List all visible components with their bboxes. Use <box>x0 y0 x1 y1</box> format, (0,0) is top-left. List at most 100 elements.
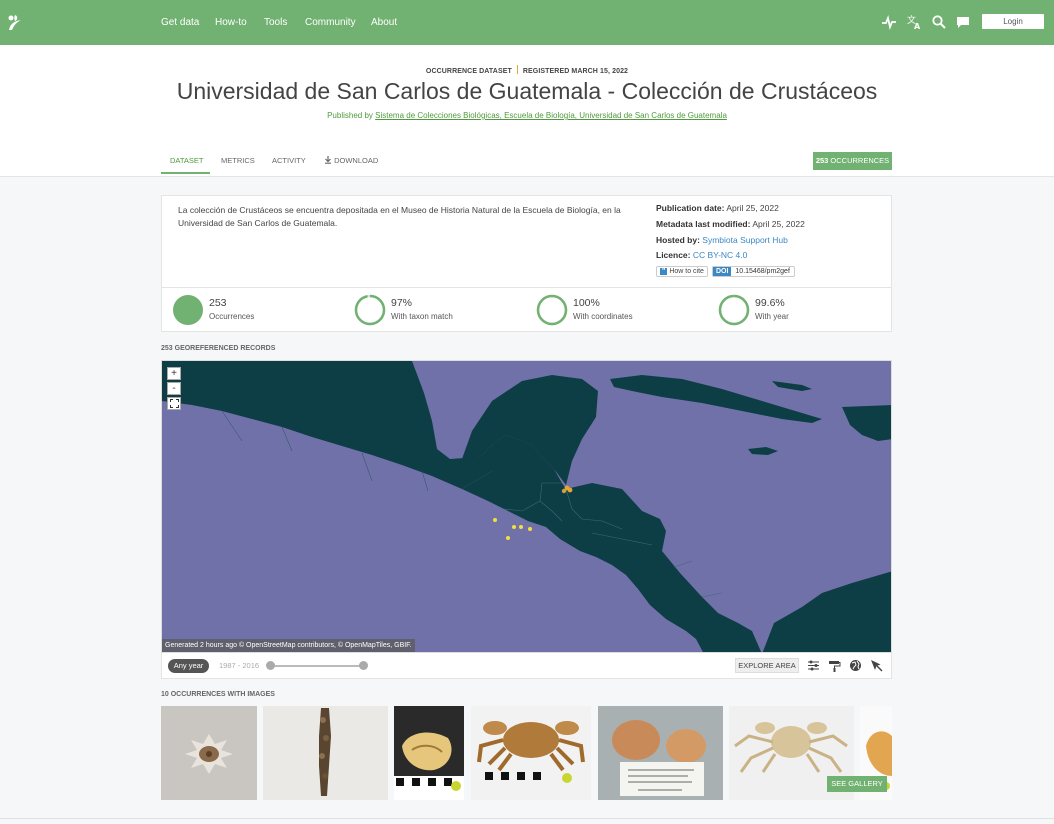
hosted-by-label: Hosted by: <box>656 235 700 245</box>
explore-area-button[interactable]: EXPLORE AREA <box>735 658 799 673</box>
quote-icon: " <box>660 268 668 275</box>
zoom-out-button[interactable]: - <box>167 382 181 395</box>
nav-get-data[interactable]: Get data <box>161 17 199 28</box>
gallery-image[interactable] <box>471 706 591 800</box>
select-icon[interactable] <box>870 659 883 672</box>
fullscreen-button[interactable] <box>167 397 181 410</box>
year-slider-end-handle[interactable] <box>359 661 368 670</box>
feedback-icon[interactable] <box>955 14 971 30</box>
tube-specimen-image <box>319 708 331 796</box>
stat-ring-occurrences <box>173 295 203 325</box>
publisher-link[interactable]: Sistema de Colecciones Biológicas, Escue… <box>375 111 727 120</box>
registered-date: REGISTERED MARCH 15, 2022 <box>522 68 629 75</box>
gallery-image[interactable] <box>161 706 257 800</box>
download-icon <box>325 156 331 164</box>
map-attribution: Generated 2 hours ago © OpenStreetMap co… <box>162 639 415 652</box>
nav-how-to[interactable]: How-to <box>215 17 247 28</box>
crab-pair-image <box>612 720 706 796</box>
svg-text:A: A <box>914 22 921 30</box>
dataset-stats-bar: 253 Occurrences 97% With taxon match 100… <box>161 288 892 332</box>
year-slider-start-handle[interactable] <box>266 661 275 670</box>
nav-tools[interactable]: Tools <box>264 17 287 28</box>
gallery-image[interactable] <box>598 706 723 800</box>
tab-metrics[interactable]: METRICS <box>221 156 255 165</box>
doi-badge[interactable]: DOI 10.15468/pm2gef <box>711 266 795 277</box>
published-by-prefix: Published by <box>327 111 373 120</box>
nav-community[interactable]: Community <box>305 17 356 28</box>
tab-download[interactable]: DOWNLOAD <box>324 156 378 165</box>
dataset-kicker: OCCURRENCE DATASET REGISTERED MARCH 15, 2… <box>0 65 1054 75</box>
search-icon[interactable] <box>931 14 947 30</box>
occurrence-point <box>528 527 532 531</box>
metadata-modified-value: April 25, 2022 <box>752 219 805 229</box>
zoom-in-button[interactable]: + <box>167 367 181 380</box>
tab-download-label: DOWNLOAD <box>334 156 379 165</box>
any-year-toggle[interactable]: Any year <box>168 659 209 673</box>
translate-icon[interactable]: 文 A <box>906 14 922 30</box>
occurrences-label: OCCURRENCES <box>830 156 890 165</box>
globe-icon[interactable] <box>849 659 862 672</box>
publication-date-row: Publication date: April 25, 2022 <box>656 203 779 213</box>
stat-value: 97% <box>391 297 413 309</box>
licence-link[interactable]: CC BY-NC 4.0 <box>693 250 747 260</box>
image-gallery <box>161 706 892 800</box>
tab-activity[interactable]: ACTIVITY <box>272 156 306 165</box>
dataset-header: OCCURRENCE DATASET REGISTERED MARCH 15, 2… <box>0 45 1054 177</box>
dataset-summary-card: La colección de Crustáceos se encuentra … <box>161 195 892 288</box>
year-range-label: 1987 - 2016 <box>219 661 260 670</box>
occurrence-point <box>493 518 497 522</box>
stat-ring-arc <box>718 294 750 326</box>
page-bottom-divider <box>0 818 1054 819</box>
gbif-logo-icon[interactable] <box>6 12 24 32</box>
dungeness-crab-image <box>477 721 585 783</box>
style-icon[interactable] <box>828 659 841 672</box>
doi-value: 10.15468/pm2gef <box>735 268 790 275</box>
metadata-modified-row: Metadata last modified: April 25, 2022 <box>656 219 805 229</box>
stat-label: With taxon match <box>391 312 453 321</box>
top-navigation-bar: Get data How-to Tools Community About 文 … <box>0 0 1054 45</box>
hermit-crab-image <box>394 732 464 800</box>
publisher-line: Published by Sistema de Colecciones Biol… <box>0 111 1054 120</box>
active-tab-indicator <box>161 172 210 174</box>
stat-ring-arc <box>354 294 386 326</box>
gallery-image[interactable] <box>394 706 464 800</box>
stat-label: Occurrences <box>209 312 255 321</box>
dataset-type-label: OCCURRENCE DATASET <box>425 68 512 75</box>
occurrence-point <box>506 536 510 540</box>
see-gallery-button[interactable]: SEE GALLERY <box>827 776 887 792</box>
year-slider-track[interactable] <box>270 665 364 667</box>
stat-ring-year <box>718 294 750 326</box>
occurrence-map[interactable]: + - Generated 2 hours ago © OpenStreetMa… <box>161 360 892 653</box>
gallery-section-label: 10 OCCURRENCES WITH IMAGES <box>161 691 275 698</box>
filter-icon[interactable] <box>807 659 820 672</box>
stat-label: With year <box>755 312 789 321</box>
stat-ring-arc <box>536 294 568 326</box>
publication-date-label: Publication date: <box>656 203 725 213</box>
tab-dataset[interactable]: DATASET <box>170 156 203 165</box>
stat-ring-coordinates <box>536 294 568 326</box>
doi-label: DOI <box>712 267 732 276</box>
occurrences-count: 253 <box>815 156 829 165</box>
occurrence-point <box>561 488 567 494</box>
stat-value: 253 <box>209 297 227 309</box>
map-controls-bar: Any year 1987 - 2016 EXPLORE AREA <box>161 653 892 679</box>
occurrence-point <box>567 487 573 493</box>
nav-about[interactable]: About <box>371 17 397 28</box>
crab-specimen-image <box>185 734 233 774</box>
how-to-cite-button[interactable]: " How to cite <box>656 266 708 277</box>
stat-value: 99.6% <box>755 297 785 309</box>
stat-ring-taxon-match <box>354 294 386 326</box>
pulse-icon[interactable] <box>881 14 897 30</box>
how-to-cite-label: How to cite <box>669 268 704 275</box>
hosted-by-link[interactable]: Symbiota Support Hub <box>702 235 788 245</box>
login-button[interactable]: Login <box>982 14 1044 29</box>
citation-row: " How to cite DOI 10.15468/pm2gef <box>656 266 795 277</box>
hosted-by-row: Hosted by: Symbiota Support Hub <box>656 235 788 245</box>
fullscreen-icon <box>169 399 179 408</box>
stat-label: With coordinates <box>573 312 633 321</box>
gallery-image[interactable] <box>263 706 388 800</box>
occurrences-button[interactable]: 253 OCCURRENCES <box>813 152 892 170</box>
metadata-modified-label: Metadata last modified: <box>656 219 751 229</box>
occurrence-point <box>519 525 523 529</box>
licence-label: Licence: <box>656 250 691 260</box>
